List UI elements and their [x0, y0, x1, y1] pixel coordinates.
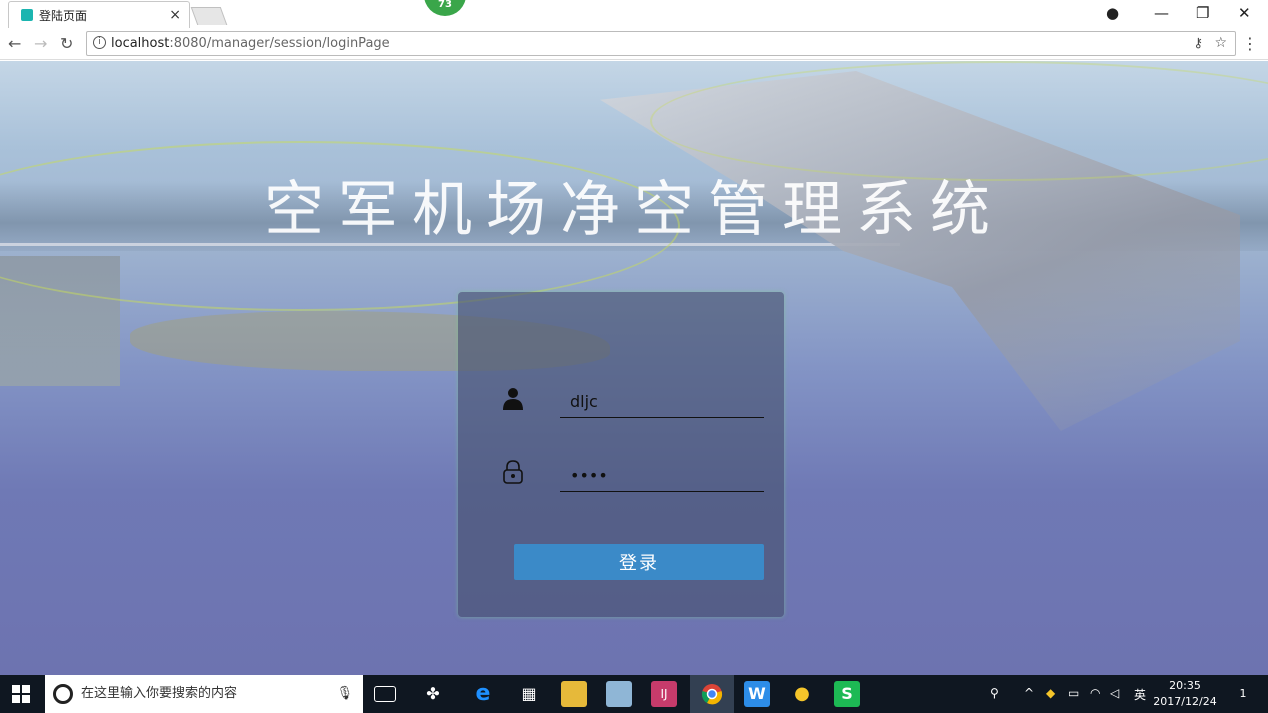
- address-bar[interactable]: i localhost:8080/manager/session/loginPa…: [86, 31, 1236, 56]
- tab-login-page[interactable]: 登陆页面 ×: [8, 1, 190, 28]
- tab-title: 登陆页面: [39, 8, 88, 23]
- tray-expand-icon[interactable]: ^: [1024, 686, 1034, 700]
- restore-icon[interactable]: ❐: [1196, 4, 1209, 22]
- start-button[interactable]: [12, 685, 30, 703]
- login-button[interactable]: 登录: [514, 544, 764, 580]
- duck-app-icon[interactable]: ●: [789, 681, 815, 707]
- menu-icon[interactable]: ⋮: [1242, 34, 1258, 53]
- ime-indicator[interactable]: 英: [1134, 686, 1146, 703]
- clock[interactable]: 20:35 2017/12/24: [1150, 678, 1220, 710]
- chrome-taskbar-button[interactable]: [690, 675, 734, 713]
- user-icon: [502, 386, 524, 410]
- wps-spreadsheet-icon[interactable]: S: [834, 681, 860, 707]
- taskbar-search-box[interactable]: 在这里输入你要搜索的内容 🎙: [45, 675, 363, 713]
- pinwheel-app-icon[interactable]: ✤: [420, 681, 446, 707]
- lock-icon: [502, 460, 524, 484]
- profile-icon[interactable]: ●: [1106, 4, 1119, 22]
- people-icon[interactable]: ⚲: [990, 686, 999, 700]
- key-icon[interactable]: ⚷: [1193, 32, 1203, 55]
- edge-browser-icon[interactable]: e: [470, 681, 496, 707]
- file-explorer-icon[interactable]: [561, 681, 587, 707]
- badge: 73: [424, 0, 466, 16]
- minimize-icon[interactable]: —: [1154, 4, 1169, 22]
- reload-icon[interactable]: ↻: [60, 34, 73, 53]
- store-icon[interactable]: ▦: [516, 681, 542, 707]
- back-icon[interactable]: ←: [8, 34, 21, 53]
- forward-icon[interactable]: →: [34, 34, 47, 53]
- notes-app-icon[interactable]: [606, 681, 632, 707]
- wps-writer-icon[interactable]: W: [744, 681, 770, 707]
- windows-taskbar: 在这里输入你要搜索的内容 🎙 ✤ e ▦ IJ W ● S ⚲ ^ ◆ ▭ ◠ …: [0, 675, 1268, 713]
- login-panel: 登录: [458, 292, 784, 617]
- clock-date: 2017/12/24: [1153, 695, 1217, 708]
- password-input[interactable]: [560, 460, 764, 492]
- microphone-icon[interactable]: 🎙: [336, 675, 353, 713]
- notification-icon[interactable]: 1: [1230, 681, 1256, 707]
- bookmark-star-icon[interactable]: ☆: [1214, 32, 1227, 55]
- cortana-icon: [53, 684, 73, 704]
- battery-icon[interactable]: ▭: [1068, 686, 1079, 700]
- search-placeholder: 在这里输入你要搜索的内容: [81, 686, 238, 701]
- browser-toolbar: ← → ↻ i localhost:8080/manager/session/l…: [0, 28, 1268, 60]
- volume-icon[interactable]: ◁: [1110, 686, 1119, 700]
- wifi-icon[interactable]: ◠: [1090, 686, 1100, 700]
- url-path: :8080/manager/session/loginPage: [169, 36, 390, 51]
- intellij-icon[interactable]: IJ: [651, 681, 677, 707]
- login-page: 空军机场净空管理系统 登录: [0, 61, 1268, 675]
- favicon-icon: [21, 9, 33, 21]
- url-host: localhost: [111, 36, 170, 51]
- browser-tab-strip: 登陆页面 × 73 ● — ❐ ✕: [0, 0, 1268, 28]
- task-view-icon[interactable]: [374, 686, 396, 702]
- close-window-icon[interactable]: ✕: [1238, 4, 1251, 22]
- info-icon[interactable]: i: [93, 36, 106, 49]
- tab-close-icon[interactable]: ×: [169, 7, 181, 23]
- qq-icon[interactable]: ◆: [1046, 686, 1055, 700]
- page-title: 空军机场净空管理系统: [264, 175, 1004, 245]
- clock-time: 20:35: [1169, 679, 1201, 692]
- new-tab-button[interactable]: [190, 7, 228, 25]
- username-input[interactable]: [560, 386, 764, 418]
- notification-count: 1: [1239, 687, 1247, 700]
